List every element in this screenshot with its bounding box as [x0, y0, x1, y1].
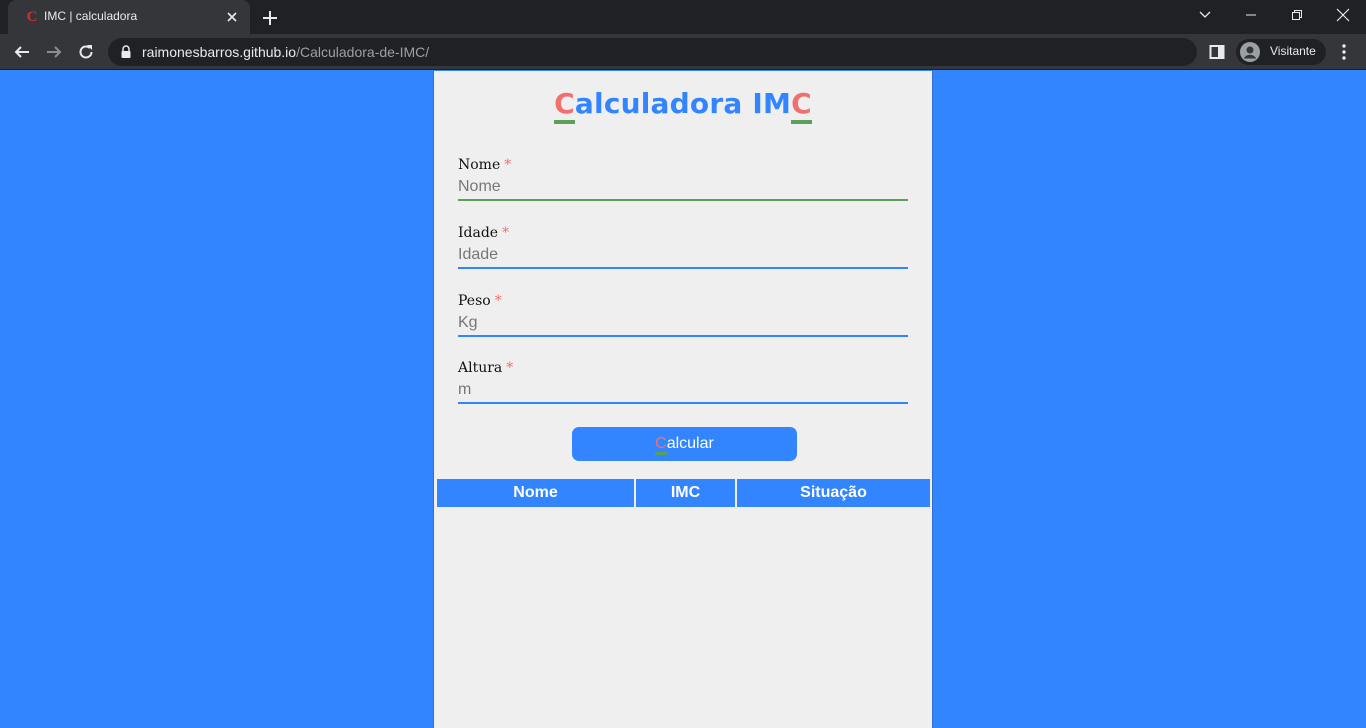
page-title: Calculadora IMC — [434, 87, 932, 124]
column-header-nome: Nome — [437, 479, 634, 507]
restore-icon[interactable] — [1274, 0, 1320, 30]
idade-label: Idade * — [458, 223, 908, 243]
idade-input[interactable] — [458, 243, 908, 269]
required-mark: * — [504, 157, 512, 173]
lock-icon[interactable] — [120, 45, 132, 59]
back-arrow-icon[interactable] — [8, 38, 36, 66]
calculator-card: Calculadora IMC Nome* Idade* Peso* Altur… — [433, 71, 933, 728]
browser-tab-strip: C IMC | calculadora — [0, 0, 1366, 34]
url-host: raimonesbarros.github.io — [142, 44, 297, 60]
address-bar[interactable]: raimonesbarros.github.io/Calculadora-de-… — [108, 38, 1197, 66]
required-mark: * — [494, 293, 502, 309]
table-header-row: Nome IMC Situação — [437, 479, 930, 507]
avatar-icon — [1240, 42, 1260, 62]
kebab-menu-icon[interactable] — [1334, 41, 1354, 63]
idade-label-text: Idade — [458, 225, 499, 241]
peso-label-text: Peso — [458, 293, 491, 309]
idade-field: Idade * — [458, 223, 908, 269]
results-table: Nome IMC Situação — [435, 479, 932, 507]
tab-title: IMC | calculadora — [44, 9, 138, 23]
browser-tab[interactable]: C IMC | calculadora — [8, 0, 250, 34]
forward-arrow-icon[interactable] — [40, 38, 68, 66]
nome-label: Nome * — [458, 155, 908, 175]
profile-button[interactable]: Visitante — [1236, 39, 1326, 65]
new-tab-icon[interactable] — [258, 6, 282, 30]
calcular-button[interactable]: Calcular — [572, 427, 797, 461]
peso-field: Peso * — [458, 291, 908, 337]
profile-name: Visitante — [1270, 44, 1316, 58]
title-first-letter: C — [554, 87, 575, 124]
column-header-situacao: Situação — [737, 479, 930, 507]
nome-field: Nome * — [458, 155, 908, 201]
browser-toolbar: raimonesbarros.github.io/Calculadora-de-… — [0, 34, 1366, 70]
url-text: raimonesbarros.github.io/Calculadora-de-… — [142, 44, 429, 60]
nome-label-text: Nome — [458, 157, 501, 173]
altura-input[interactable] — [458, 378, 908, 404]
required-mark: * — [502, 225, 510, 241]
peso-label: Peso * — [458, 291, 908, 311]
column-header-imc: IMC — [636, 479, 735, 507]
altura-label: Altura * — [458, 358, 908, 378]
tab-search-icon[interactable] — [1182, 0, 1228, 30]
altura-label-text: Altura — [458, 360, 503, 376]
altura-field: Altura * — [458, 358, 908, 404]
url-path: /Calculadora-de-IMC/ — [296, 44, 430, 60]
required-mark: * — [506, 360, 514, 376]
close-tab-icon[interactable] — [222, 7, 242, 27]
button-label-rest: alcular — [666, 435, 714, 452]
favicon-icon: C — [26, 9, 38, 25]
peso-input[interactable] — [458, 311, 908, 337]
title-last-letter: C — [791, 87, 812, 124]
reload-icon[interactable] — [72, 38, 100, 66]
side-panel-icon[interactable] — [1206, 41, 1228, 63]
close-window-icon[interactable] — [1320, 0, 1366, 30]
title-middle: alculadora IM — [574, 87, 792, 120]
button-first-letter: C — [655, 435, 667, 455]
minimize-icon[interactable] — [1228, 0, 1274, 30]
nome-input[interactable] — [458, 175, 908, 201]
